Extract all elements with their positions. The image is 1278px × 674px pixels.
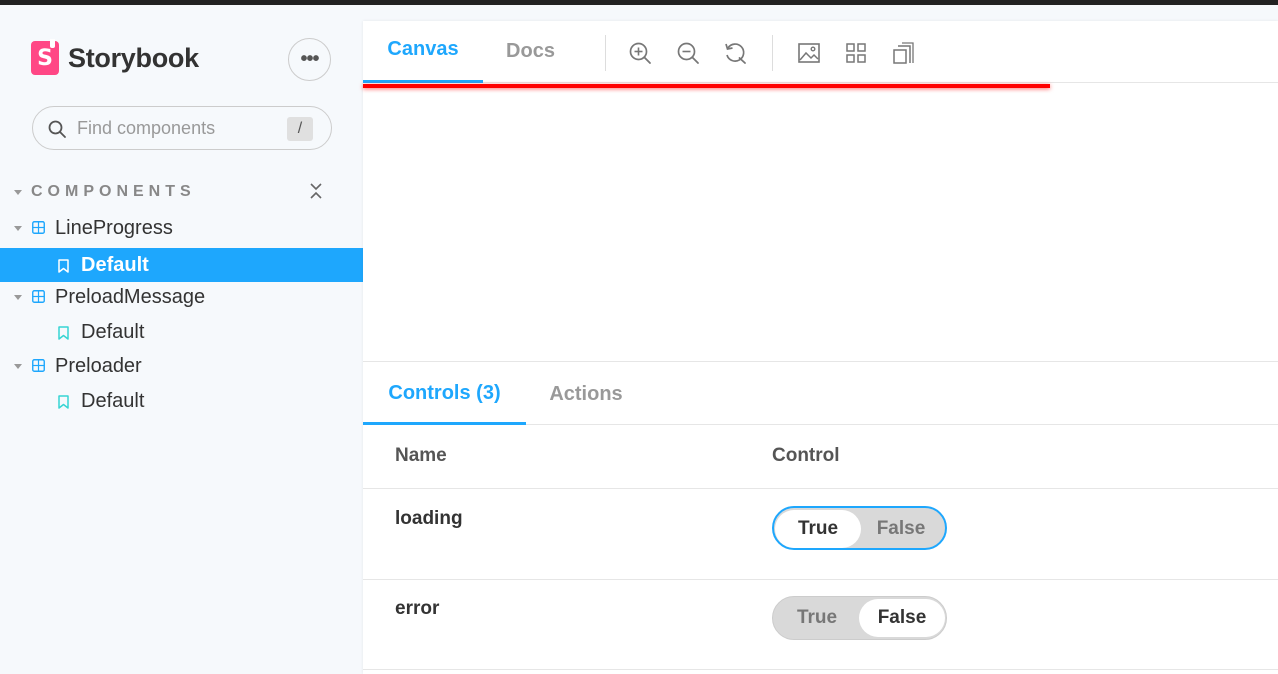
tab-actions[interactable]: Actions bbox=[526, 362, 646, 425]
tree-item-lineprogress-default[interactable]: Default bbox=[0, 248, 363, 282]
boolean-toggle-loading[interactable]: True False bbox=[772, 506, 947, 550]
toggle-true-option[interactable]: True bbox=[775, 510, 861, 548]
tab-canvas[interactable]: Canvas bbox=[363, 21, 483, 83]
controls-table-header: Name Control bbox=[363, 425, 1278, 489]
more-options-button[interactable]: ••• bbox=[288, 38, 331, 81]
component-icon bbox=[32, 290, 45, 303]
zoom-out-icon[interactable] bbox=[676, 41, 700, 65]
zoom-in-icon[interactable] bbox=[628, 41, 652, 65]
toggle-false-option[interactable]: False bbox=[858, 510, 944, 548]
component-icon bbox=[32, 221, 45, 234]
addon-tabs: Controls (3) Actions bbox=[363, 362, 1278, 425]
column-header-name: Name bbox=[395, 445, 447, 466]
brand-name: Storybook bbox=[68, 42, 199, 73]
tree-item-lineprogress[interactable]: LineProgress bbox=[0, 211, 363, 245]
tree-item-preloadmessage-default[interactable]: Default bbox=[0, 315, 363, 349]
story-canvas bbox=[363, 84, 1278, 362]
search-icon bbox=[48, 120, 66, 138]
brand[interactable]: S Storybook bbox=[31, 39, 199, 75]
tree-item-label: Preloader bbox=[55, 355, 142, 377]
arg-name: loading bbox=[395, 508, 463, 529]
toggle-true-option[interactable]: True bbox=[774, 599, 860, 637]
grid-icon[interactable] bbox=[844, 41, 868, 65]
toolbar-divider bbox=[605, 35, 606, 71]
bookmark-icon bbox=[58, 326, 69, 340]
caret-down-icon bbox=[14, 364, 22, 369]
addons-panel: Controls (3) Actions Name Control loadin… bbox=[363, 362, 1278, 674]
line-progress-bar bbox=[363, 84, 1050, 88]
tree-item-preloadmessage[interactable]: PreloadMessage bbox=[0, 280, 363, 314]
storybook-logo-icon: S bbox=[31, 39, 59, 75]
tree-item-label: LineProgress bbox=[55, 217, 173, 239]
tree-item-label: Default bbox=[81, 254, 149, 276]
reset-zoom-icon[interactable] bbox=[723, 41, 747, 65]
toggle-false-option[interactable]: False bbox=[859, 599, 945, 637]
column-header-control: Control bbox=[772, 445, 840, 466]
background-icon[interactable] bbox=[797, 41, 821, 65]
component-icon bbox=[32, 359, 45, 372]
table-row: loading True False bbox=[363, 490, 1278, 580]
toolbar-divider bbox=[772, 35, 773, 71]
main-panel: Canvas Docs Controls (3) Actions Name Co… bbox=[363, 21, 1278, 674]
table-row: error True False bbox=[363, 580, 1278, 670]
search-box[interactable]: / bbox=[32, 106, 332, 150]
tree-item-label: Default bbox=[81, 390, 145, 412]
section-label: COMPONENTS bbox=[31, 183, 196, 200]
caret-down-icon bbox=[14, 189, 22, 195]
tab-docs[interactable]: Docs bbox=[483, 21, 578, 83]
caret-down-icon bbox=[14, 226, 22, 231]
viewport-icon[interactable] bbox=[891, 41, 915, 65]
tree-item-label: Default bbox=[81, 321, 145, 343]
bookmark-icon bbox=[58, 259, 69, 273]
collapse-all-icon[interactable] bbox=[308, 181, 324, 201]
bookmark-icon bbox=[58, 395, 69, 409]
tree-item-preloader-default[interactable]: Default bbox=[0, 384, 363, 418]
tree-item-label: PreloadMessage bbox=[55, 286, 206, 308]
arg-name: error bbox=[395, 598, 440, 619]
tree-item-preloader[interactable]: Preloader bbox=[0, 349, 363, 383]
search-shortcut-key: / bbox=[287, 117, 313, 141]
caret-down-icon bbox=[14, 295, 22, 300]
toolbar: Canvas Docs bbox=[363, 21, 1278, 83]
components-section-header[interactable]: COMPONENTS bbox=[14, 181, 334, 203]
boolean-toggle-error[interactable]: True False bbox=[772, 596, 947, 640]
sidebar: S Storybook ••• / COMPONENTS LineProgres… bbox=[0, 5, 363, 674]
search-input[interactable] bbox=[77, 115, 277, 141]
tab-controls[interactable]: Controls (3) bbox=[363, 362, 526, 425]
